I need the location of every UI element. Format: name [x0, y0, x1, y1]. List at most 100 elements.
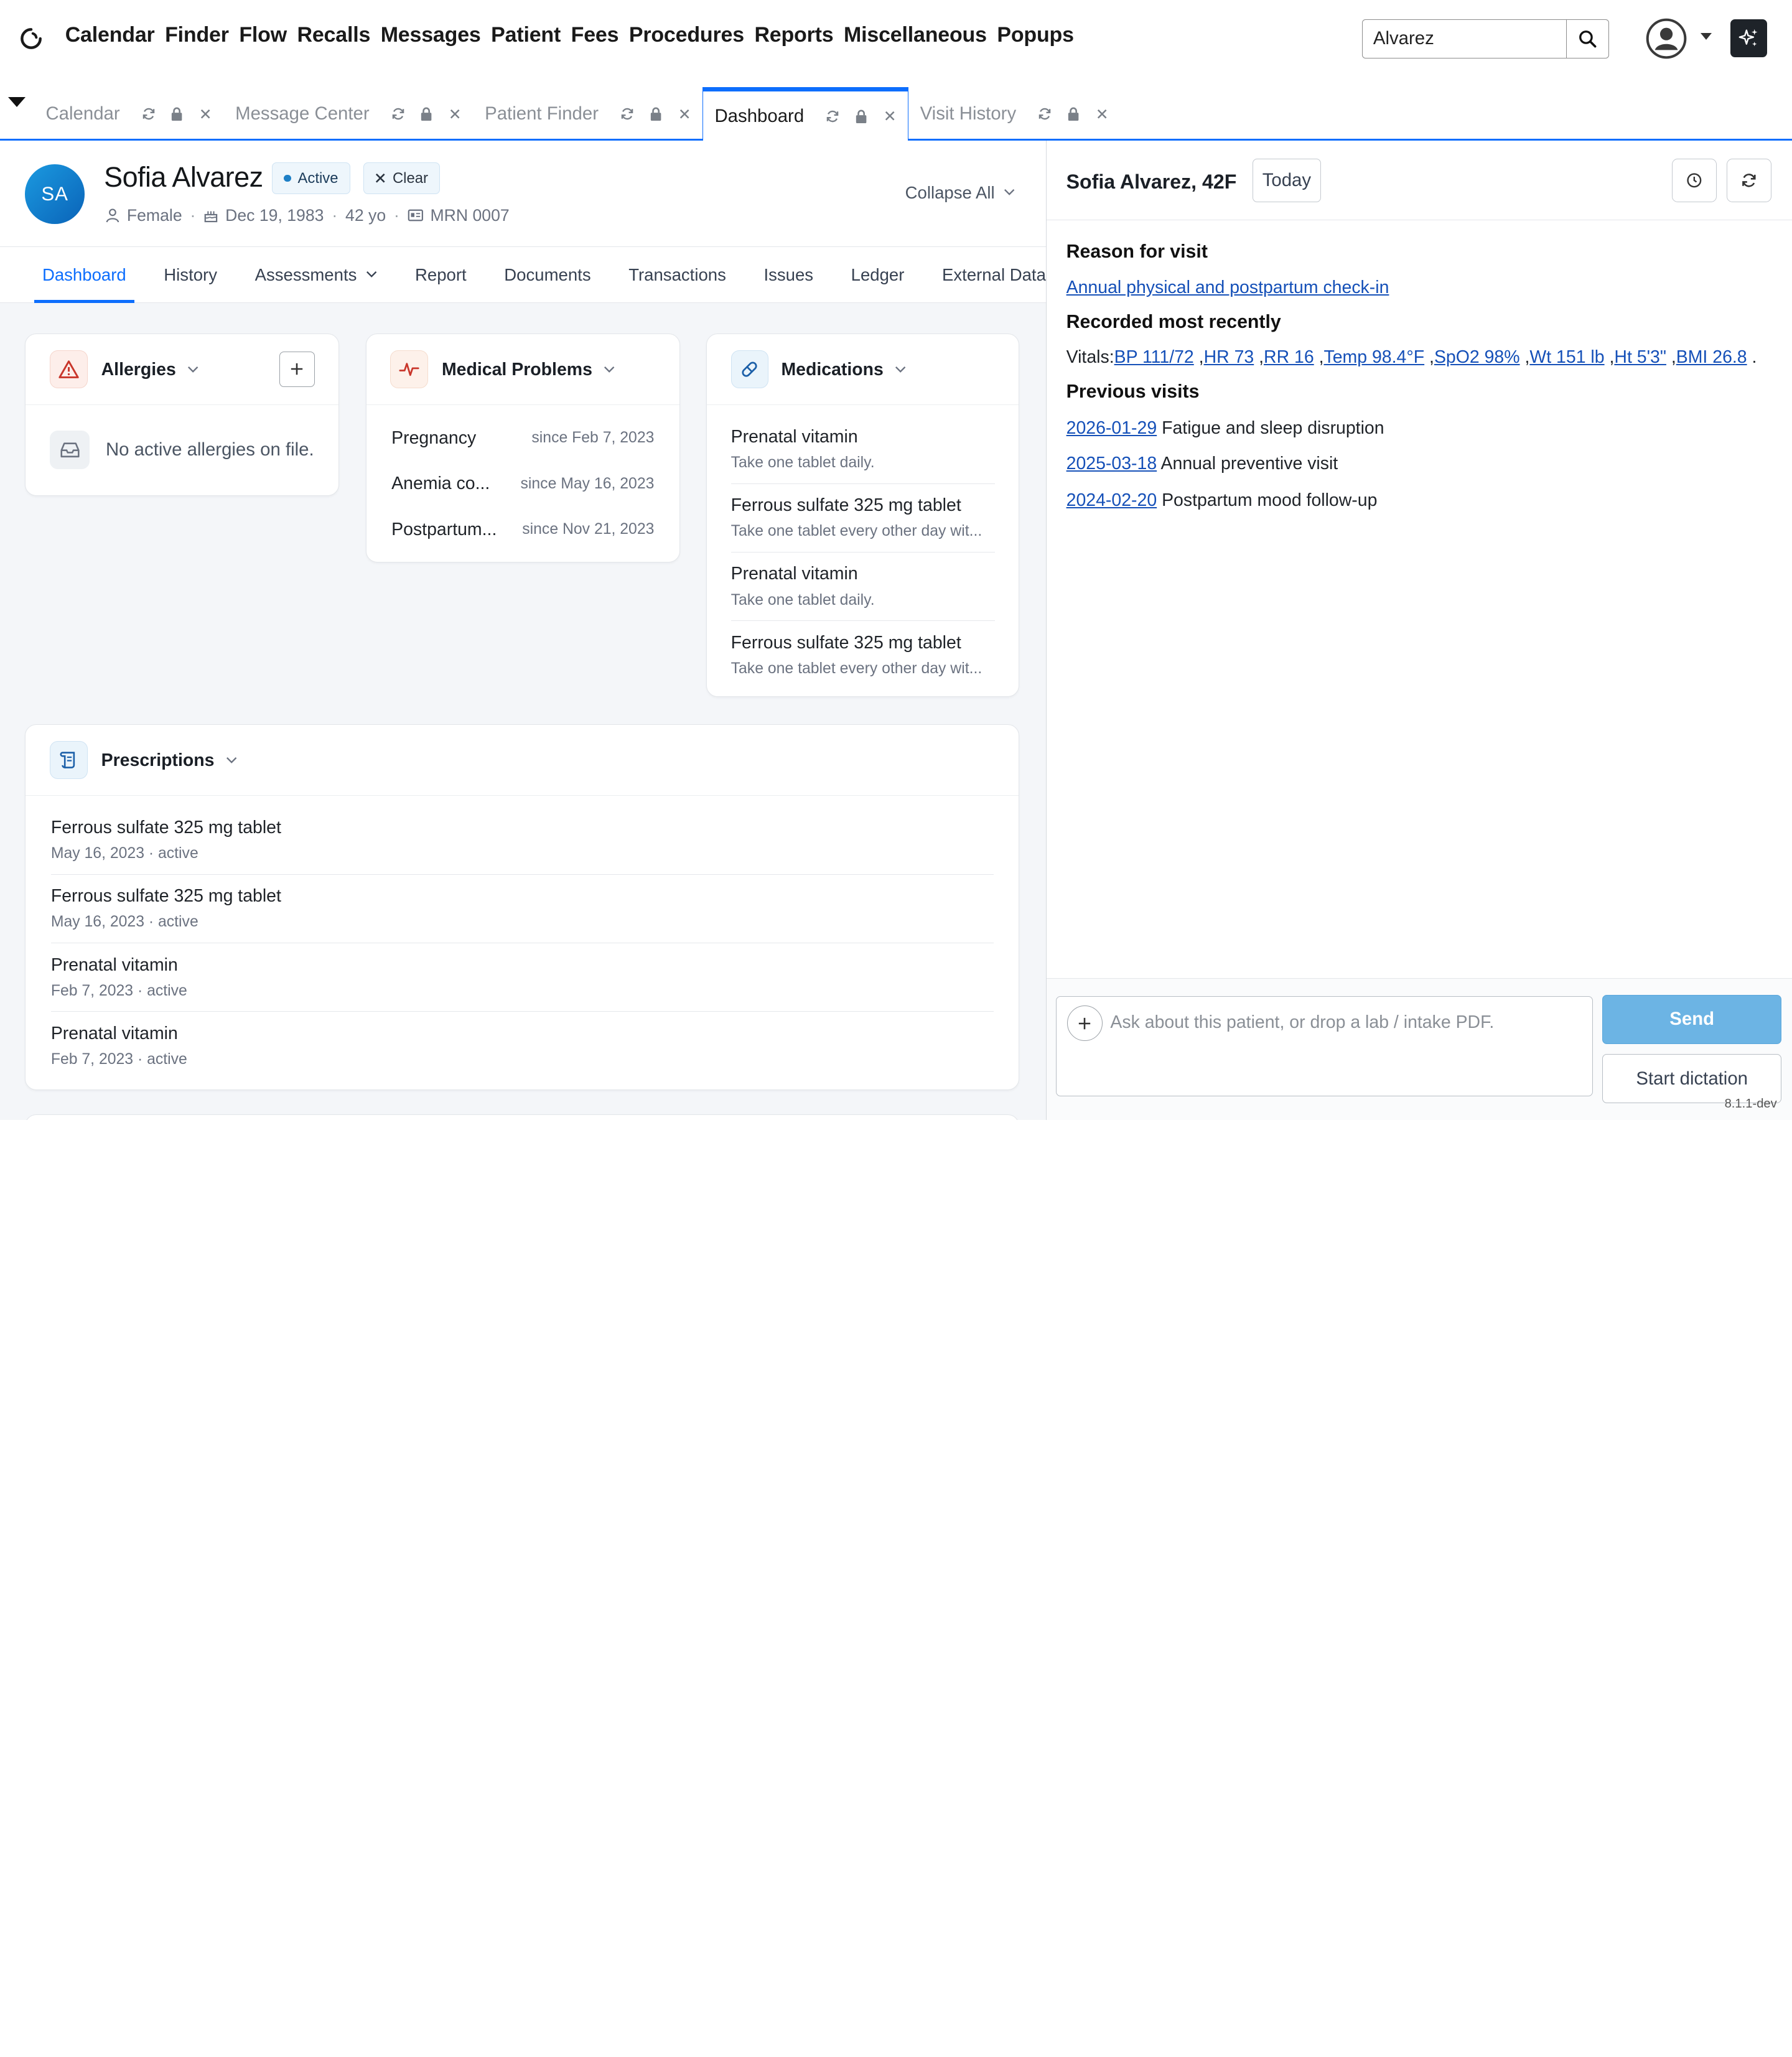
list-item[interactable]: Prenatal vitamin Feb 7, 2023 · active — [50, 943, 994, 1012]
vital-hr-link[interactable]: HR 73 — [1204, 347, 1254, 367]
close-icon[interactable] — [448, 107, 462, 121]
vital-spo2-link[interactable]: SpO2 98% — [1434, 347, 1520, 367]
list-item[interactable]: Anemia co... since May 16, 2023 — [391, 461, 654, 506]
close-icon[interactable] — [678, 107, 691, 121]
history-button[interactable] — [1672, 159, 1717, 203]
scroll-icon — [49, 741, 88, 779]
refresh-button[interactable] — [1727, 159, 1771, 203]
lock-icon[interactable] — [649, 107, 663, 121]
list-item[interactable]: Ferrous sulfate 325 mg tablet May 16, 20… — [50, 875, 994, 944]
problem-name: Postpartum... — [391, 519, 497, 539]
tab-dashboard[interactable]: Dashboard — [702, 86, 909, 143]
clear-status-button[interactable]: Clear — [363, 162, 441, 195]
tab-visit-history[interactable]: Visit History — [908, 87, 1120, 141]
vital-weight-link[interactable]: Wt 151 lb — [1529, 347, 1604, 367]
menu-item-calendar[interactable]: Calendar — [65, 23, 155, 47]
reason-link[interactable]: Annual physical and postpartum check-in — [1066, 278, 1389, 297]
list-item[interactable]: Ferrous sulfate 325 mg tablet May 16, 20… — [50, 806, 994, 875]
vital-height-link[interactable]: Ht 5'3" — [1614, 347, 1666, 367]
prescription-name: Ferrous sulfate 325 mg tablet — [50, 818, 281, 838]
subnav-issues[interactable]: Issues — [756, 247, 821, 303]
tab-patient-finder[interactable]: Patient Finder — [474, 87, 702, 141]
subnav-history[interactable]: History — [156, 247, 225, 303]
list-item[interactable]: Prenatal vitamin Take one tablet daily. — [730, 416, 995, 484]
close-icon[interactable] — [1095, 107, 1109, 121]
visit-date-link[interactable]: 2026-01-29 — [1066, 418, 1157, 438]
menu-item-finder[interactable]: Finder — [165, 23, 229, 47]
list-item[interactable]: Pregnancy since Feb 7, 2023 — [391, 416, 654, 461]
subnav-ledger[interactable]: Ledger — [843, 247, 912, 303]
visit-date-link[interactable]: 2024-02-20 — [1066, 490, 1157, 510]
subnav-report[interactable]: Report — [407, 247, 474, 303]
menu-item-messages[interactable]: Messages — [381, 23, 481, 47]
refresh-icon[interactable] — [142, 107, 156, 121]
card-title: Medications — [781, 359, 884, 380]
refresh-icon[interactable] — [1038, 107, 1052, 121]
problem-since: since Feb 7, 2023 — [531, 429, 655, 447]
medication-sig: Take one tablet daily. — [730, 454, 875, 472]
vital-rr-link[interactable]: RR 16 — [1264, 347, 1314, 367]
lock-icon[interactable] — [1066, 107, 1080, 121]
vital-bp-link[interactable]: BP 111/72 — [1114, 347, 1194, 367]
visit-date-link[interactable]: 2025-03-18 — [1066, 454, 1157, 473]
add-allergy-button[interactable] — [279, 351, 315, 387]
vitals-line: Vitals:BP 111/72 ,HR 73 ,RR 16 ,Temp 98.… — [1066, 347, 1757, 368]
plus-icon — [1078, 1017, 1091, 1030]
tab-list-toggle-icon[interactable] — [7, 97, 26, 107]
patient-header: SA Sofia Alvarez Active Clear Female · D… — [0, 140, 1046, 247]
refresh-icon[interactable] — [620, 107, 634, 121]
ai-assistant-button[interactable] — [1730, 19, 1767, 57]
pulse-icon — [390, 350, 428, 388]
close-icon[interactable] — [883, 110, 897, 123]
list-item[interactable]: Prenatal vitamin Take one tablet daily. — [730, 553, 995, 622]
prescriptions-title-toggle[interactable]: Prescriptions — [101, 750, 238, 771]
send-button[interactable]: Send — [1602, 994, 1782, 1044]
attach-button[interactable] — [1066, 1005, 1103, 1042]
list-item[interactable]: Postpartum... since Nov 21, 2023 — [391, 507, 654, 553]
refresh-icon[interactable] — [391, 107, 405, 121]
subnav-assessments[interactable]: Assessments — [247, 247, 386, 303]
menu-item-popups[interactable]: Popups — [997, 23, 1074, 47]
subnav-dashboard[interactable]: Dashboard — [34, 247, 134, 303]
chevron-down-icon — [366, 271, 377, 278]
lock-icon[interactable] — [854, 110, 868, 123]
lock-icon[interactable] — [170, 107, 184, 121]
user-menu-caret-icon[interactable] — [1701, 33, 1712, 40]
menu-item-miscellaneous[interactable]: Miscellaneous — [844, 23, 987, 47]
medical-problems-title-toggle[interactable]: Medical Problems — [442, 360, 615, 380]
vital-temp-link[interactable]: Temp 98.4°F — [1324, 347, 1425, 367]
patient-sex: Female — [126, 205, 182, 225]
medications-title-toggle[interactable]: Medications — [781, 360, 906, 380]
subnav-transactions[interactable]: Transactions — [620, 247, 734, 303]
close-icon[interactable] — [198, 107, 212, 121]
subnav-documents[interactable]: Documents — [496, 247, 599, 303]
clear-label: Clear — [392, 169, 428, 187]
list-item[interactable]: Ferrous sulfate 325 mg tablet Take one t… — [731, 621, 995, 689]
patient-meta: Female · Dec 19, 1983 · 42 yo · MRN 0007 — [105, 206, 510, 225]
prescription-status: Feb 7, 2023 · active — [50, 982, 187, 999]
menu-item-flow[interactable]: Flow — [239, 23, 287, 47]
subnav-external-data[interactable]: External Data — [934, 247, 1046, 303]
allergies-title-toggle[interactable]: Allergies — [101, 360, 199, 380]
user-circle-icon[interactable] — [1646, 18, 1687, 59]
chat-input[interactable] — [1110, 1012, 1579, 1033]
refresh-icon[interactable] — [826, 110, 839, 123]
assistant-header: Sofia Alvarez, 42F Today — [1047, 141, 1792, 221]
menu-item-fees[interactable]: Fees — [571, 23, 619, 47]
vital-bmi-link[interactable]: BMI 26.8 — [1676, 347, 1747, 367]
start-dictation-button[interactable]: Start dictation — [1602, 1054, 1782, 1104]
menu-item-patient[interactable]: Patient — [491, 23, 561, 47]
menu-item-recalls[interactable]: Recalls — [297, 23, 370, 47]
menu-item-reports[interactable]: Reports — [754, 23, 833, 47]
collapse-all-button[interactable]: Collapse All — [905, 183, 1015, 203]
list-item[interactable]: Prenatal vitamin Feb 7, 2023 · active — [51, 1012, 994, 1080]
today-button[interactable]: Today — [1253, 159, 1321, 203]
lock-icon[interactable] — [419, 107, 433, 121]
tab-calendar[interactable]: Calendar — [34, 87, 224, 141]
tab-message-center[interactable]: Message Center — [224, 87, 474, 141]
search-button[interactable] — [1566, 20, 1608, 58]
logo-ring-icon[interactable] — [17, 25, 45, 52]
list-item[interactable]: Ferrous sulfate 325 mg tablet Take one t… — [730, 484, 995, 553]
menu-item-procedures[interactable]: Procedures — [629, 23, 744, 47]
search-input[interactable] — [1363, 20, 1567, 58]
